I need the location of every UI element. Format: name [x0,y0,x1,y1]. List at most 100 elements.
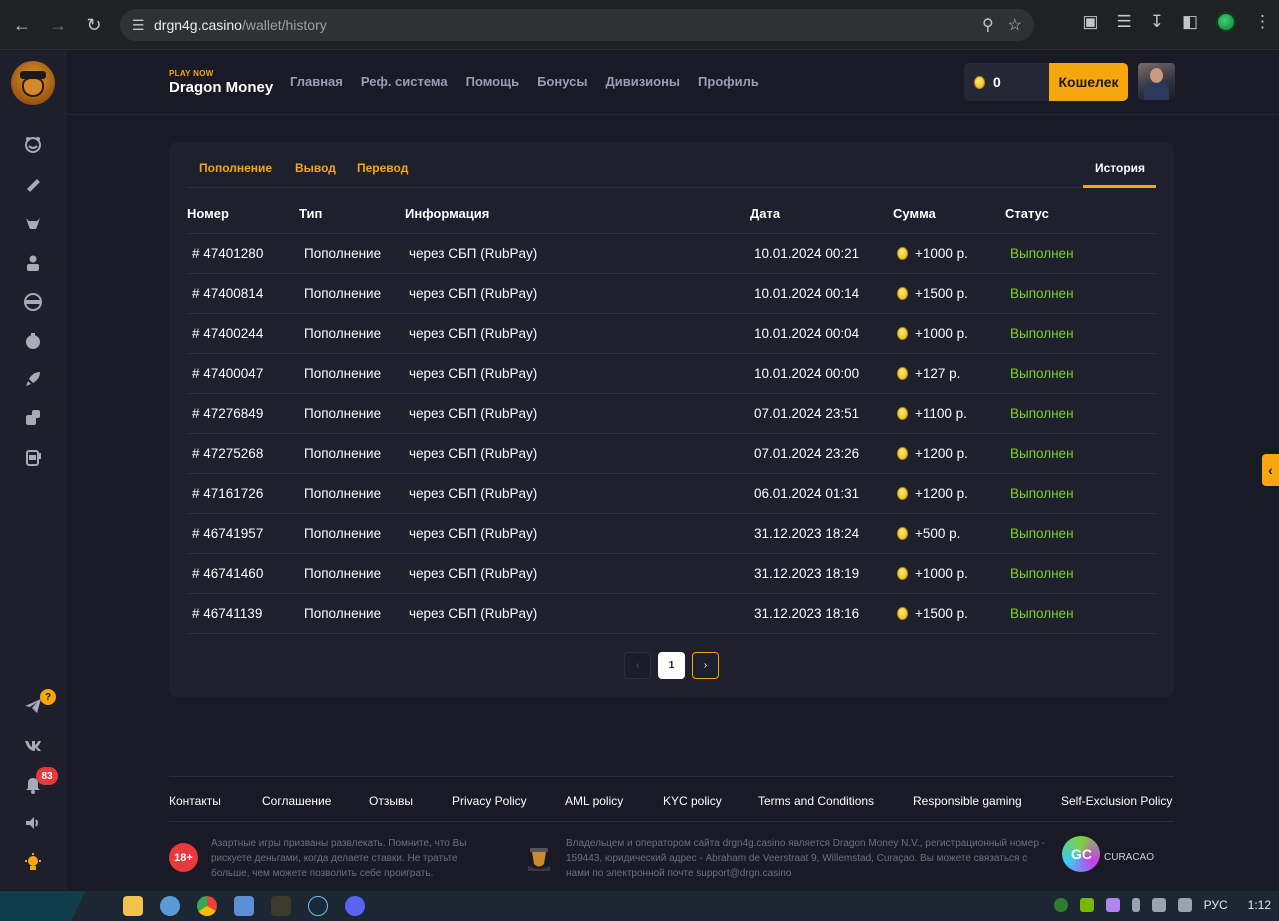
prev-page-button[interactable]: ‹ [624,652,651,679]
player-icon[interactable] [22,252,44,274]
extensions-icon[interactable]: ▣ [1082,12,1098,32]
cell-status: Выполнен [1010,566,1074,581]
chrome-icon[interactable] [197,896,217,916]
steam-icon[interactable] [308,896,328,916]
app-globe-icon[interactable] [160,896,180,916]
discord-icon[interactable] [345,896,365,916]
gambling-disclaimer: Азартные игры призваны развлекать. Помни… [211,838,467,879]
tab-transfer[interactable]: Перевод [357,161,408,175]
footer-link-aml[interactable]: AML policy [565,794,623,808]
feather-icon[interactable] [1105,898,1120,912]
profile-extension-icon[interactable] [1216,12,1236,32]
coinflip-icon[interactable] [22,330,44,352]
next-page-button[interactable]: › [692,652,719,679]
side-panel-icon[interactable]: ◧ [1182,12,1198,32]
microphone-icon[interactable] [1131,898,1140,912]
cell-id: # 47161726 [192,486,264,501]
brand-logo[interactable]: PLAY NOW Dragon Money [169,69,273,96]
ticket-icon[interactable] [22,174,44,196]
footer-link-contacts[interactable]: Контакты [169,794,221,808]
volume-icon[interactable] [1177,898,1192,912]
footer-link-self-exclusion[interactable]: Self-Exclusion Policy [1061,794,1172,808]
reload-icon[interactable]: ↻ [76,7,112,43]
cw-app-icon[interactable] [271,896,291,916]
address-bar[interactable]: ☰ drgn4g.casino/wallet/history ⚲ ☆ [120,9,1034,41]
cell-type: Пополнение [304,446,382,461]
zoom-icon[interactable]: ⚲ [982,15,994,35]
cell-date: 07.01.2024 23:26 [754,446,860,461]
slot-icon[interactable] [22,446,44,468]
gc-label: GC [1071,846,1092,862]
curacao-license-badge[interactable]: GC CURACAO [1062,836,1154,872]
cell-status: Выполнен [1010,246,1074,261]
cell-date: 31.12.2023 18:24 [754,526,860,541]
site-info-icon[interactable]: ☰ [132,17,154,34]
cell-status: Выполнен [1010,606,1074,621]
keyboard-icon[interactable] [234,896,254,916]
wheel-icon[interactable] [22,291,44,313]
os-taskbar: РУС 1:12 [0,891,1279,921]
smile-icon[interactable] [22,134,44,156]
footer-link-kyc[interactable]: KYC policy [663,794,722,808]
amount-value: +1500 р. [915,606,968,621]
tab-withdraw[interactable]: Вывод [295,161,336,175]
cell-info: через СБП (RubPay) [409,326,538,341]
nav-bonuses[interactable]: Бонусы [537,74,587,89]
network-icon[interactable] [1151,898,1166,912]
avatar[interactable] [1138,63,1175,100]
chat-toggle-chevron-icon[interactable]: ‹ [1262,454,1279,486]
footer-link-agreement[interactable]: Соглашение [262,794,331,808]
tab-history[interactable]: История [1095,161,1145,175]
nav-profile[interactable]: Профиль [698,74,759,89]
rocket-icon[interactable] [22,368,44,390]
clock[interactable]: 1:12 [1248,898,1271,912]
start-area[interactable] [0,891,108,921]
nav-home[interactable]: Главная [290,74,343,89]
folder-icon[interactable] [123,896,143,916]
page-button[interactable]: 1 [658,652,685,679]
footer-link-reviews[interactable]: Отзывы [369,794,413,808]
cell-id: # 47400244 [192,326,264,341]
forward-icon[interactable]: → [40,7,76,43]
cell-status: Выполнен [1010,366,1074,381]
cell-info: через СБП (RubPay) [409,406,538,421]
nav-referral[interactable]: Реф. система [361,74,448,89]
amount-value: +1100 р. [915,406,967,421]
amount-value: +1000 р. [915,246,968,261]
coin-icon [897,527,908,540]
footer-link-privacy[interactable]: Privacy Policy [452,794,527,808]
cell-status: Выполнен [1010,446,1074,461]
table-row: # 47276849 Пополнение через СБП (RubPay) 07… [187,394,1156,434]
nav-divisions[interactable]: Дивизионы [605,74,680,89]
back-icon[interactable]: ← [4,7,40,43]
wallet-button[interactable]: Кошелек [1049,63,1128,101]
sound-icon[interactable] [22,812,44,834]
cell-type: Пополнение [304,326,382,341]
tab-deposit[interactable]: Пополнение [199,161,272,175]
top-navigation: Главная Реф. система Помощь Бонусы Дивиз… [290,74,759,89]
footer-link-terms[interactable]: Terms and Conditions [758,794,874,808]
vk-icon[interactable] [22,734,44,756]
table-header: Номер Тип Информация Дата Сумма Статус [187,206,1156,234]
nvidia-icon[interactable] [1079,898,1094,912]
cell-amount: +1500 р. [897,286,968,301]
download-icon[interactable]: ↧ [1150,12,1164,32]
tray-app-icon[interactable] [1053,898,1068,912]
language-indicator[interactable]: РУС [1204,898,1228,912]
cell-amount: +1500 р. [897,606,968,621]
menu-icon[interactable]: ⋮ [1254,12,1271,32]
cell-status: Выполнен [1010,326,1074,341]
bull-icon[interactable] [22,213,44,235]
nav-help[interactable]: Помощь [466,74,519,89]
bookmark-star-icon[interactable]: ☆ [1008,15,1022,35]
coin-icon [897,607,908,620]
dice-icon[interactable] [22,407,44,429]
table-row: # 46741460 Пополнение через СБП (RubPay) 31… [187,554,1156,594]
browser-toolbar: ← → ↻ ☰ drgn4g.casino/wallet/history ⚲ ☆… [0,0,1279,50]
dragon-logo[interactable] [11,61,55,105]
footer-link-responsible[interactable]: Responsible gaming [913,794,1022,808]
lamp-icon[interactable] [22,851,44,873]
media-icon[interactable]: ☰ [1116,12,1131,32]
amount-value: +500 р. [915,526,961,541]
table-row: # 47400047 Пополнение через СБП (RubPay) 10… [187,354,1156,394]
